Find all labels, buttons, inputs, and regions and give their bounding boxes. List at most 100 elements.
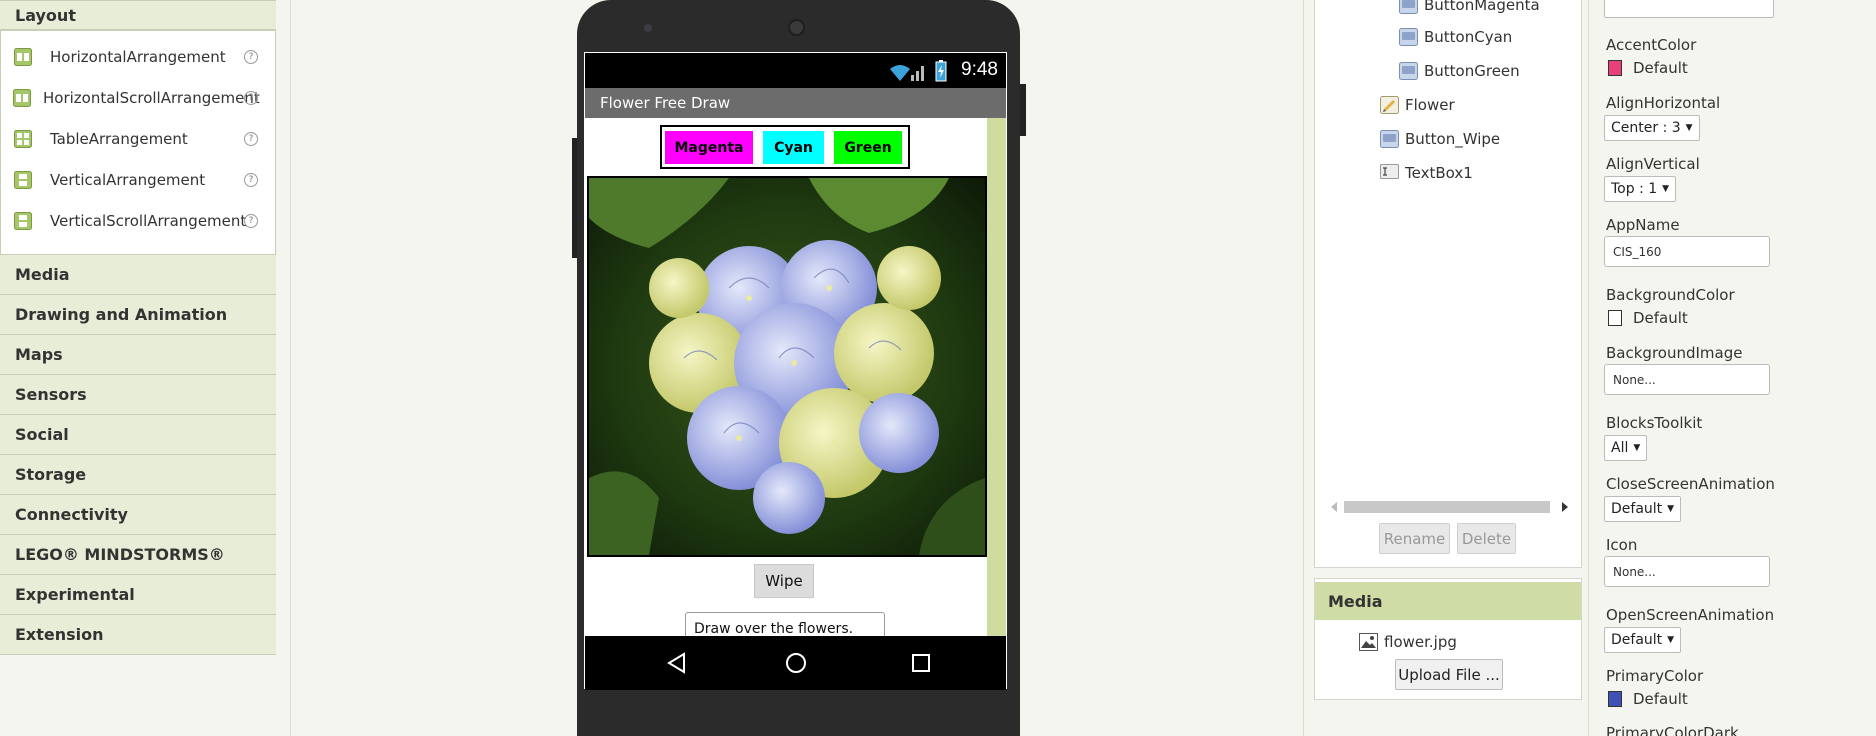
select-value: Top : 1	[1611, 181, 1658, 197]
palette-item-label: VerticalArrangement	[50, 170, 206, 189]
back-icon[interactable]	[664, 650, 690, 676]
palette-category-lego[interactable]: LEGO® MINDSTORMS®	[0, 535, 276, 575]
accent-color-value[interactable]: Default	[1633, 59, 1688, 77]
palette-category-media[interactable]: Media	[0, 255, 276, 295]
scroll-right-icon[interactable]	[1560, 501, 1570, 513]
icon-input[interactable]: None...	[1604, 556, 1770, 587]
help-icon[interactable]: ?	[244, 131, 258, 146]
tree-horizontal-scrollbar[interactable]	[1329, 497, 1570, 517]
button-cyan[interactable]: Cyan	[763, 131, 824, 164]
home-icon[interactable]	[783, 650, 809, 676]
help-icon[interactable]: ?	[244, 213, 258, 228]
tree-item-flower[interactable]: Flower	[1380, 94, 1455, 116]
screen-title: Flower Free Draw	[600, 94, 731, 112]
tree-item-label: Flower	[1405, 96, 1455, 114]
palette-panel: Layout HorizontalArrangement ? Horizonta…	[0, 0, 280, 736]
palette-category-label: Layout	[15, 5, 76, 25]
help-icon[interactable]: ?	[244, 172, 258, 187]
background-image-input[interactable]: None...	[1604, 364, 1770, 395]
horizontal-arrangement[interactable]: Magenta Cyan Green	[660, 125, 910, 169]
accent-color-swatch[interactable]	[1608, 60, 1622, 76]
selection-highlight-bar	[987, 118, 1006, 636]
palette-category-sensors[interactable]: Sensors	[0, 375, 276, 415]
button-label: Green	[844, 139, 892, 156]
palette-category-layout[interactable]: Layout	[0, 0, 276, 30]
scrollbar-thumb[interactable]	[1344, 501, 1550, 513]
vertical-scroll-arrangement-icon	[14, 211, 32, 230]
prop-background-image-label: BackgroundImage	[1606, 344, 1743, 362]
tree-item-textbox1[interactable]: TextBox1	[1380, 162, 1473, 184]
palette-category-drawing[interactable]: Drawing and Animation	[0, 295, 276, 335]
volume-rocker	[572, 138, 577, 258]
palette-category-social[interactable]: Social	[0, 415, 276, 455]
prop-primary-color-dark-label: PrimaryColorDark	[1606, 724, 1739, 736]
canvas-component-icon	[1380, 96, 1399, 114]
status-bar: 9:48	[585, 53, 1006, 88]
status-time: 9:48	[961, 59, 998, 80]
blocks-toolkit-select[interactable]: All ▼	[1604, 435, 1648, 461]
palette-category-experimental[interactable]: Experimental	[0, 575, 276, 615]
button-label: Rename	[1383, 529, 1446, 548]
prop-blocks-toolkit-label: BlocksToolkit	[1606, 414, 1703, 432]
palette-category-label: Connectivity	[15, 505, 128, 524]
wipe-button[interactable]: Wipe	[754, 564, 814, 598]
palette-category-extension[interactable]: Extension	[0, 615, 276, 655]
palette-item-vertical-arrangement[interactable]: VerticalArrangement ?	[1, 159, 275, 200]
close-animation-select[interactable]: Default ▼	[1604, 496, 1682, 522]
palette-item-table-arrangement[interactable]: TableArrangement ?	[1, 118, 275, 159]
palette-item-vertical-scroll-arrangement[interactable]: VerticalScrollArrangement ?	[1, 200, 275, 241]
tree-item-label: ButtonCyan	[1424, 28, 1513, 46]
power-button	[1020, 84, 1026, 136]
button-label: Cyan	[774, 139, 813, 156]
palette-category-label: Drawing and Animation	[15, 305, 228, 324]
background-color-value[interactable]: Default	[1633, 309, 1688, 327]
tree-item-button-cyan[interactable]: ButtonCyan	[1399, 26, 1512, 48]
media-file-flower[interactable]: flower.jpg	[1359, 631, 1457, 653]
scroll-left-icon[interactable]	[1329, 501, 1339, 513]
delete-button[interactable]: Delete	[1457, 523, 1516, 554]
tree-item-button-magenta[interactable]: ButtonMagenta	[1399, 0, 1540, 16]
primary-color-value[interactable]: Default	[1633, 690, 1688, 708]
primary-color-swatch[interactable]	[1608, 691, 1622, 707]
vertical-arrangement-icon	[14, 170, 32, 189]
open-animation-select[interactable]: Default ▼	[1604, 627, 1682, 653]
palette-category-storage[interactable]: Storage	[0, 455, 276, 495]
app-name-input[interactable]: CIS_160	[1604, 236, 1770, 267]
palette-item-label: HorizontalScrollArrangement	[43, 88, 260, 107]
background-color-swatch[interactable]	[1608, 310, 1622, 326]
palette-category-label: Sensors	[15, 385, 87, 404]
palette-item-horizontal-arrangement[interactable]: HorizontalArrangement ?	[1, 36, 275, 77]
dropdown-arrow-icon: ▼	[1667, 635, 1675, 645]
prop-primary-color-label: PrimaryColor	[1606, 667, 1704, 685]
palette-category-maps[interactable]: Maps	[0, 335, 276, 375]
rename-button[interactable]: Rename	[1379, 523, 1450, 554]
flower-canvas[interactable]	[587, 176, 987, 557]
upload-file-button[interactable]: Upload File ...	[1395, 659, 1503, 690]
button-green[interactable]: Green	[834, 131, 902, 164]
recents-icon[interactable]	[908, 650, 934, 676]
palette-category-connectivity[interactable]: Connectivity	[0, 495, 276, 535]
palette-category-label: Extension	[15, 625, 104, 644]
tree-item-button-wipe[interactable]: Button_Wipe	[1380, 128, 1500, 150]
palette-item-horizontal-scroll-arrangement[interactable]: HorizontalScrollArrangement ?	[1, 77, 275, 118]
text-area-field[interactable]	[1604, 0, 1774, 18]
palette-category-label: Media	[15, 265, 70, 284]
align-vertical-select[interactable]: Top : 1 ▼	[1604, 176, 1677, 202]
palette-category-label: Social	[15, 425, 69, 444]
screen-title-bar: Flower Free Draw	[585, 88, 1006, 118]
prop-background-color-label: BackgroundColor	[1606, 286, 1735, 304]
components-panel: ButtonMagenta ButtonCyan ButtonGreen Flo…	[1314, 0, 1582, 568]
wifi-signal-icon	[890, 65, 924, 81]
help-icon[interactable]: ?	[244, 90, 258, 105]
button-magenta[interactable]: Magenta	[665, 131, 753, 164]
tree-item-button-green[interactable]: ButtonGreen	[1399, 60, 1520, 82]
tree-item-label: TextBox1	[1405, 164, 1473, 182]
textbox1-input[interactable]: Draw over the flowers.	[685, 612, 885, 636]
table-arrangement-icon	[14, 129, 32, 148]
prop-open-animation-label: OpenScreenAnimation	[1606, 606, 1775, 624]
help-icon[interactable]: ?	[244, 49, 258, 64]
palette-category-label: Experimental	[15, 585, 135, 604]
align-horizontal-select[interactable]: Center : 3 ▼	[1604, 115, 1700, 141]
button-label: Delete	[1461, 529, 1512, 548]
phone-screen: 9:48 Flower Free Draw Magenta Cyan Green	[584, 52, 1007, 690]
